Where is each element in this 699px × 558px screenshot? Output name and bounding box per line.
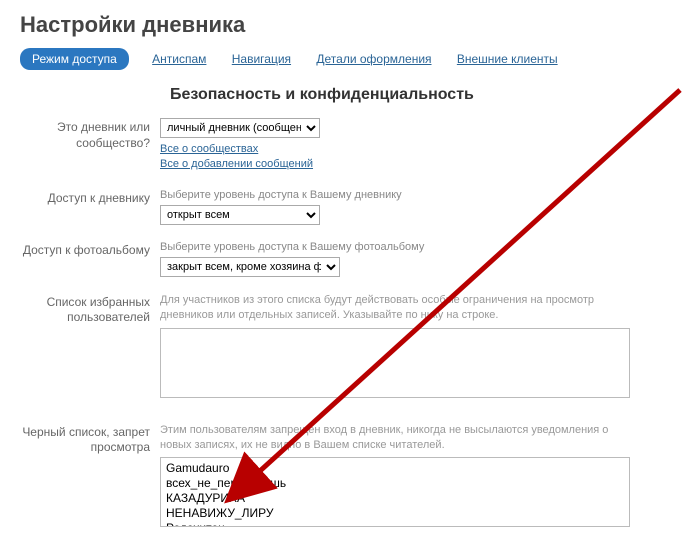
label-diary-access: Доступ к дневнику	[20, 189, 160, 225]
label-type: Это дневник или сообщество?	[20, 118, 160, 173]
help-diary-access: Выберите уровень доступа к Вашему дневни…	[160, 189, 640, 201]
desc-blacklist: Этим пользователям запрещен вход в дневн…	[160, 423, 640, 454]
select-photo-access[interactable]: закрыт всем, кроме хозяина фо	[160, 257, 340, 277]
tabs-nav: Режим доступа Антиспам Навигация Детали …	[20, 48, 679, 70]
select-type[interactable]: личный дневник (сообщения д	[160, 118, 320, 138]
row-blacklist: Черный список, запрет просмотра Этим пол…	[20, 423, 679, 531]
page-title: Настройки дневника	[20, 12, 679, 38]
tab-access[interactable]: Режим доступа	[20, 48, 129, 70]
desc-favorites: Для участников из этого списка будут дей…	[160, 293, 640, 324]
textarea-blacklist[interactable]	[160, 457, 630, 527]
select-diary-access[interactable]: открыт всем	[160, 205, 320, 225]
tab-navigation[interactable]: Навигация	[230, 48, 293, 70]
row-diary-access: Доступ к дневнику Выберите уровень досту…	[20, 189, 679, 225]
row-favorites: Список избранных пользователей Для участ…	[20, 293, 679, 401]
tab-design[interactable]: Детали оформления	[314, 48, 433, 70]
section-heading: Безопасность и конфиденциальность	[170, 86, 679, 104]
tab-antispam[interactable]: Антиспам	[150, 48, 208, 70]
tab-clients[interactable]: Внешние клиенты	[455, 48, 560, 70]
help-photo-access: Выберите уровень доступа к Вашему фотоал…	[160, 241, 640, 253]
label-photo-access: Доступ к фотоальбому	[20, 241, 160, 277]
label-favorites: Список избранных пользователей	[20, 293, 160, 401]
row-photo-access: Доступ к фотоальбому Выберите уровень до…	[20, 241, 679, 277]
row-type: Это дневник или сообщество? личный дневн…	[20, 118, 679, 173]
link-about-adding[interactable]: Все о добавлении сообщений	[160, 157, 640, 172]
link-about-communities[interactable]: Все о сообществах	[160, 142, 640, 157]
textarea-favorites[interactable]	[160, 328, 630, 398]
label-blacklist: Черный список, запрет просмотра	[20, 423, 160, 531]
